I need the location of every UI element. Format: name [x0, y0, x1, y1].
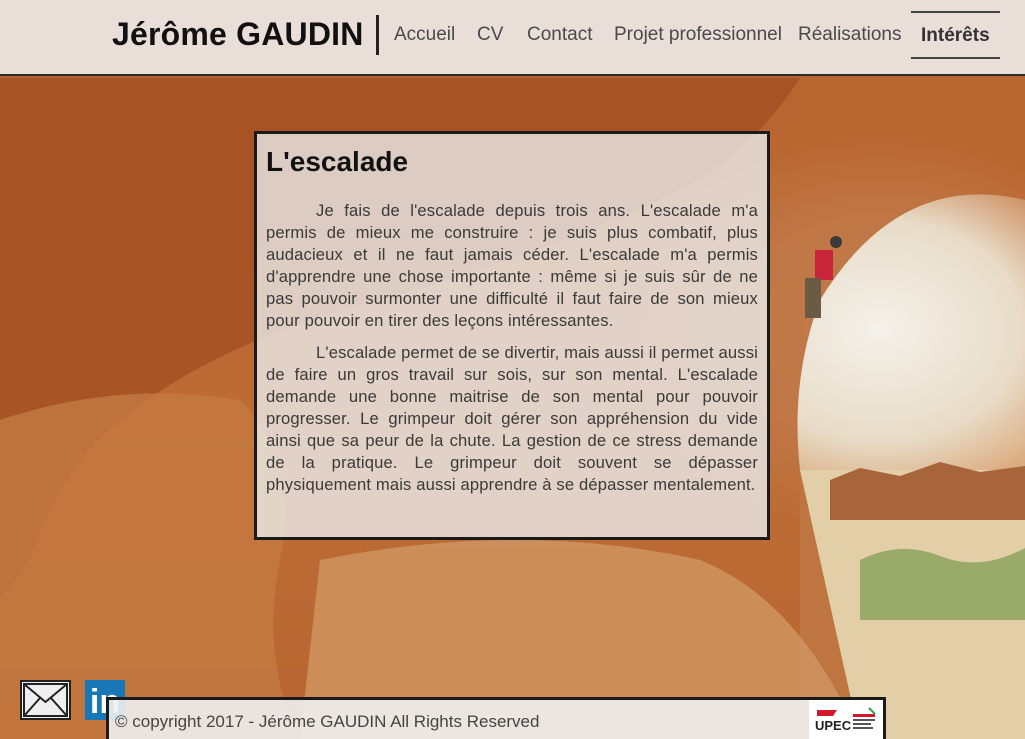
site-header: Jérôme GAUDIN Accueil CV Contact Projet … — [0, 0, 1025, 76]
mail-icon[interactable] — [20, 680, 71, 720]
upec-logo: UPEC — [809, 700, 883, 739]
article-box: L'escalade Je fais de l'escalade depuis … — [254, 131, 770, 540]
site-footer: © copyright 2017 - Jérôme GAUDIN All Rig… — [106, 697, 886, 739]
copyright-text: © copyright 2017 - Jérôme GAUDIN All Rig… — [115, 712, 540, 731]
upec-logo-text: UPEC — [815, 718, 852, 733]
nav-item-contact[interactable]: Contact — [527, 24, 592, 46]
article-paragraph: Je fais de l'escalade depuis trois ans. … — [266, 201, 758, 330]
title-divider — [376, 15, 379, 55]
nav-item-accueil[interactable]: Accueil — [394, 24, 455, 46]
nav-item-cv[interactable]: CV — [477, 24, 503, 46]
article-paragraph: L'escalade permet de se divertir, mais a… — [266, 343, 758, 494]
article-heading: L'escalade — [266, 146, 409, 177]
nav-item-realisations[interactable]: Réalisations — [798, 24, 902, 46]
nav-item-interets[interactable]: Intérêts — [911, 11, 1000, 59]
nav-item-projet-professionnel[interactable]: Projet professionnel — [614, 24, 782, 46]
site-title[interactable]: Jérôme GAUDIN — [112, 16, 364, 53]
